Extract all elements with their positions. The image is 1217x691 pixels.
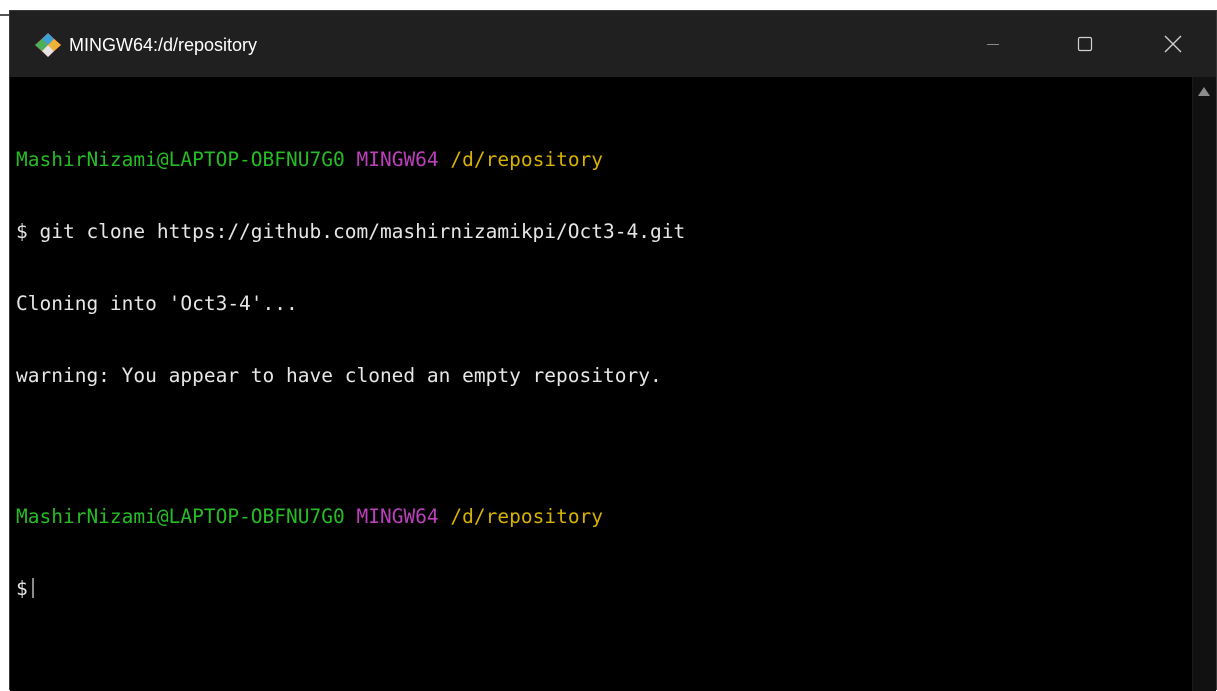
maximize-icon bbox=[1077, 36, 1093, 52]
git-logo-icon bbox=[33, 32, 63, 58]
terminal-output-area[interactable]: MashirNizami@LAPTOP-OBFNU7G0 MINGW64 /d/… bbox=[10, 77, 1192, 691]
prompt-user-host: MashirNizami@LAPTOP-OBFNU7G0 bbox=[16, 505, 345, 528]
desktop-background: MINGW64:/d/repository MashirNizami@LAPTO… bbox=[0, 0, 1217, 691]
text-cursor bbox=[31, 578, 34, 598]
prompt-user-host: MashirNizami@LAPTOP-OBFNU7G0 bbox=[16, 148, 345, 171]
prompt-path: /d/repository bbox=[450, 148, 604, 171]
title-bar[interactable]: MINGW64:/d/repository bbox=[10, 11, 1216, 77]
command-line-1: $ git clone https://github.com/mashirniz… bbox=[16, 220, 686, 243]
close-icon bbox=[1164, 35, 1182, 53]
terminal-lines: MashirNizami@LAPTOP-OBFNU7G0 MINGW64 /d/… bbox=[16, 100, 685, 649]
output-line-1: Cloning into 'Oct3-4'... bbox=[16, 292, 298, 315]
window-edge-mark bbox=[0, 14, 9, 16]
minimize-button[interactable] bbox=[948, 11, 1038, 77]
vertical-scrollbar[interactable] bbox=[1192, 77, 1216, 691]
prompt-msystem: MINGW64 bbox=[356, 505, 439, 528]
prompt-dollar: $ bbox=[16, 577, 28, 600]
maximize-button[interactable] bbox=[1040, 11, 1130, 77]
window-title: MINGW64:/d/repository bbox=[69, 35, 258, 55]
prompt-msystem: MINGW64 bbox=[356, 148, 439, 171]
terminal-window: MINGW64:/d/repository MashirNizami@LAPTO… bbox=[9, 10, 1217, 691]
prompt-line-1: MashirNizami@LAPTOP-OBFNU7G0 MINGW64 /d/… bbox=[16, 148, 685, 172]
minimize-icon bbox=[987, 44, 999, 45]
prompt-line-2: MashirNizami@LAPTOP-OBFNU7G0 MINGW64 /d/… bbox=[16, 505, 685, 529]
output-line-2: warning: You appear to have cloned an em… bbox=[16, 364, 662, 387]
scroll-up-arrow-icon[interactable] bbox=[1198, 87, 1210, 96]
close-button[interactable] bbox=[1128, 11, 1217, 77]
command-line-2[interactable]: $ bbox=[16, 577, 685, 601]
prompt-path: /d/repository bbox=[450, 505, 604, 528]
